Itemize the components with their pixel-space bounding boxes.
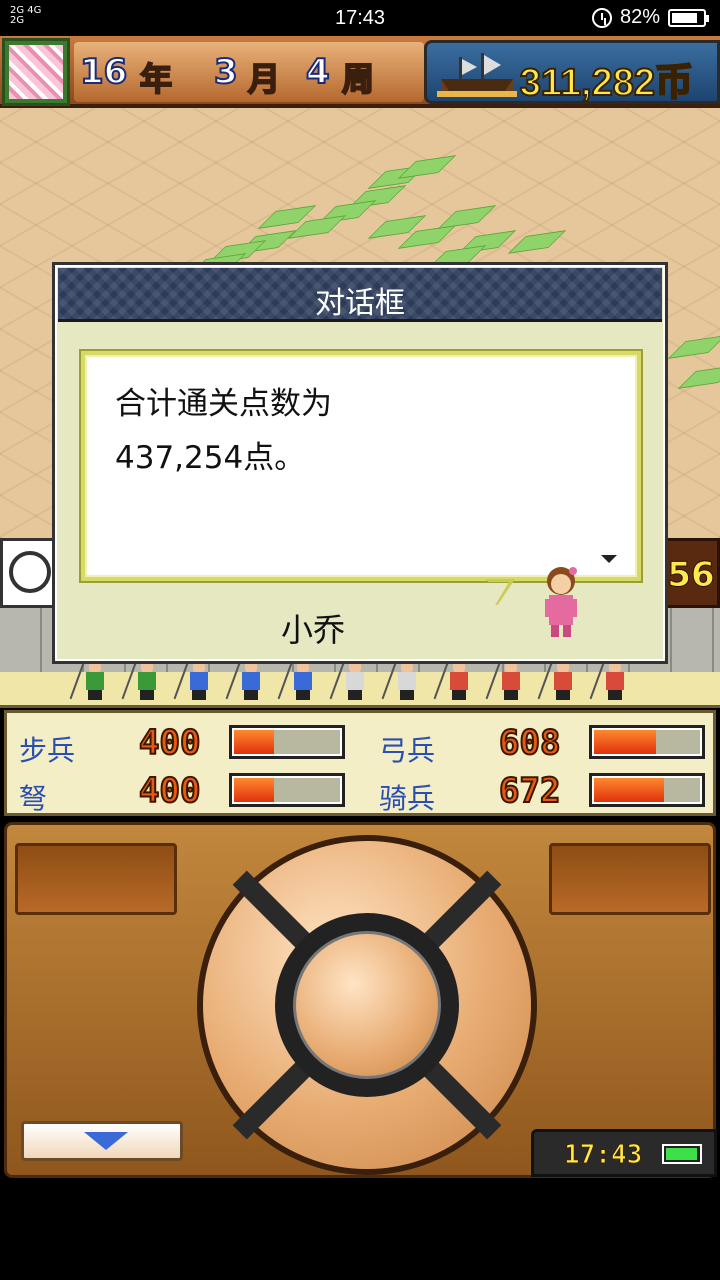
battery-icon (668, 8, 709, 27)
cavalry-bar-fill (594, 778, 664, 802)
virtual-controller: 17:43 (4, 822, 717, 1178)
left-shoulder-button[interactable] (15, 843, 177, 915)
week-number: 4 (305, 51, 331, 93)
right-shoulder-button[interactable] (549, 843, 711, 915)
dpad[interactable] (197, 835, 537, 1175)
grass-tile (437, 205, 497, 229)
date-display: 16 年 3 月 4 周 (74, 42, 424, 102)
grass-tile (507, 230, 567, 254)
archer-label: 弓兵 (379, 734, 436, 767)
archer-value: 608 (498, 722, 561, 764)
troop-stats-panel: 步兵 400 弓兵 608 弩 400 骑兵 672 (4, 710, 716, 816)
status-bar: 2G 4G 2G 17:43 82% (0, 0, 720, 36)
crossbow-value: 400 (138, 770, 201, 812)
clan-seal (0, 538, 60, 608)
dialog-box[interactable]: 对话框 合计通关点数为 437,254点。 小乔 (52, 262, 668, 664)
infantry-bar-fill (234, 730, 274, 754)
seal-icon (9, 551, 51, 593)
crossbow-bar (229, 773, 345, 807)
speech-bubble: 合计通关点数为 437,254点。 (81, 351, 641, 581)
cavalry-value: 672 (498, 770, 561, 812)
alarm-icon (591, 7, 612, 28)
crossbow-label: 弩 (19, 782, 48, 815)
year-unit: 年 (139, 59, 173, 99)
cherry-blossom-icon (9, 45, 63, 99)
speaker-name: 小乔 (280, 611, 345, 649)
portrait-button[interactable] (2, 38, 70, 106)
army-count: 56 (667, 555, 715, 596)
ship-icon (437, 53, 517, 97)
soldier-sprite (589, 660, 630, 700)
soldier-sprite (277, 660, 318, 700)
cavalry-bar (589, 773, 705, 807)
continue-arrow-icon (601, 555, 617, 563)
crossbow-bar-fill (234, 778, 274, 802)
menu-toggle-button[interactable] (21, 1121, 183, 1161)
soldier-sprite (121, 660, 162, 700)
month-unit: 月 (247, 59, 281, 99)
soldier-sprite (173, 660, 214, 700)
battery-fill (672, 12, 697, 23)
soldier-sprite (433, 660, 474, 700)
archer-bar-fill (594, 730, 656, 754)
game-clock-time: 17:43 (563, 1140, 643, 1171)
dpad-center-button[interactable] (293, 931, 441, 1079)
week-unit: 周 (341, 59, 375, 99)
soldier-sprite (537, 660, 578, 700)
year-number: 16 (79, 51, 128, 93)
money-display[interactable]: 311,282币 (424, 40, 720, 105)
speaker-portrait-icon (545, 567, 577, 637)
status-right: 82% (591, 6, 709, 29)
archer-bar (589, 725, 705, 759)
dialog-title: 对话框 (315, 286, 405, 321)
dialog-header: 对话框 (58, 268, 662, 322)
infantry-label: 步兵 (19, 734, 76, 767)
infantry-bar (229, 725, 345, 759)
cavalry-label: 骑兵 (379, 782, 436, 815)
game-clock: 17:43 (531, 1129, 717, 1177)
soldier-sprite (225, 660, 266, 700)
money-amount: 311,282币 (519, 61, 694, 105)
soldier-sprite (485, 660, 526, 700)
soldier-sprite (381, 660, 422, 700)
grass-tile (667, 335, 720, 359)
soldier-sprite (69, 660, 110, 700)
speech-bubble-tail (485, 579, 515, 605)
game-top-bar: 16 年 3 月 4 周 311,282币 (0, 36, 720, 108)
dialog-message: 合计通关点数为 437,254点。 (115, 386, 332, 476)
chevron-down-icon (84, 1132, 128, 1150)
grass-tile (677, 365, 720, 389)
game-battery-fill (666, 1148, 697, 1160)
month-number: 3 (213, 51, 239, 93)
soldier-sprite (329, 660, 370, 700)
infantry-value: 400 (138, 722, 201, 764)
battery-percent: 82% (619, 6, 660, 28)
army-count-badge: 56 (660, 538, 720, 608)
game-battery-icon (662, 1144, 702, 1164)
